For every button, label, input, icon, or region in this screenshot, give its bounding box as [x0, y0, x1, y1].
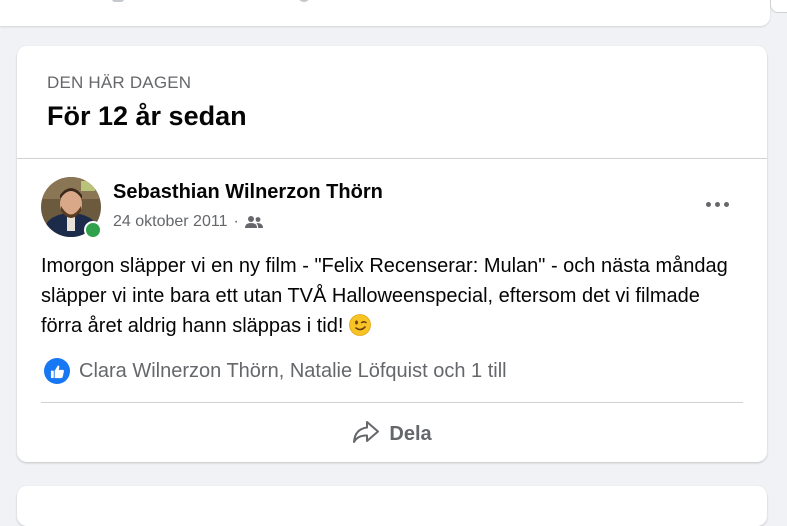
- nav-item-fragment[interactable]: [112, 0, 124, 2]
- nav-item-fragment[interactable]: [298, 0, 310, 2]
- divider: [17, 158, 767, 159]
- memory-eyebrow: DEN HÄR DAGEN: [47, 73, 192, 92]
- scrollbar[interactable]: [770, 0, 787, 13]
- post-text: Imorgon släpper vi en ny film - "Felix R…: [41, 251, 741, 341]
- share-label: Dela: [389, 422, 432, 445]
- post-meta: 24 oktober 2011 ·: [113, 212, 263, 232]
- dot-icon: [723, 201, 729, 207]
- share-button[interactable]: Dela: [41, 412, 743, 456]
- memory-card: DEN HÄR DAGEN För 12 år sedan Sebasthian…: [17, 46, 767, 462]
- next-card: [17, 486, 767, 526]
- divider: [41, 402, 743, 403]
- dot-icon: [705, 201, 711, 207]
- post-date[interactable]: 24 oktober 2011: [113, 213, 227, 231]
- share-icon: [352, 420, 380, 449]
- post-text-body: Imorgon släpper vi en ny film - "Felix R…: [41, 255, 728, 337]
- reactions-summary[interactable]: Clara Wilnerzon Thörn, Natalie Löfquist …: [44, 356, 507, 386]
- meta-separator: ·: [233, 213, 239, 230]
- online-status-dot: [84, 221, 102, 239]
- dot-icon: [714, 201, 720, 207]
- friends-icon[interactable]: [244, 215, 263, 229]
- memory-title: För 12 år sedan: [47, 101, 247, 131]
- winking-face-emoji-icon: [349, 314, 372, 336]
- top-navigation-bar: [0, 0, 770, 26]
- reaction-names[interactable]: Clara Wilnerzon Thörn, Natalie Löfquist …: [79, 360, 507, 383]
- like-icon: [44, 358, 70, 384]
- post-author-name[interactable]: Sebasthian Wilnerzon Thörn: [113, 181, 383, 204]
- more-options-button[interactable]: [699, 186, 735, 222]
